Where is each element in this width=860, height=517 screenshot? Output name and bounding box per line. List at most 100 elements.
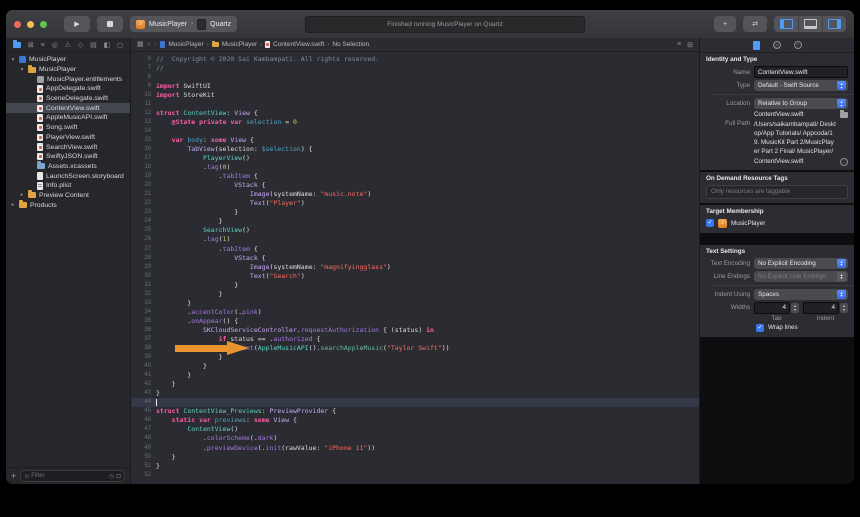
add-editor-icon[interactable]: ⊞ [687, 41, 693, 49]
code-line[interactable]: 18 .tag(0) [131, 163, 699, 172]
code-line[interactable]: 30 Text("Search") [131, 271, 699, 280]
file-row[interactable]: AppDelegate.swift [6, 84, 130, 94]
project-navigator-icon[interactable] [13, 42, 21, 48]
debug-navigator-icon[interactable]: ▤ [90, 42, 97, 49]
breakpoint-navigator-icon[interactable]: ◧ [104, 42, 111, 49]
file-row[interactable]: PlayerView.swift [6, 133, 130, 143]
stop-button[interactable] [97, 16, 123, 32]
forward-icon[interactable]: › [154, 41, 156, 48]
disclosure-icon[interactable]: ▾ [10, 57, 16, 63]
indent-using-dropdown[interactable]: Spaces ▴▾ [754, 289, 848, 300]
code-line[interactable]: 29 Image(systemName: "magnifyingglass") [131, 262, 699, 271]
file-row[interactable]: ▾MusicPlayer [6, 65, 130, 75]
file-row[interactable]: SearchView.swift [6, 142, 130, 152]
code-line[interactable]: 33 } [131, 298, 699, 307]
breadcrumb-item[interactable]: MusicPlayer [222, 41, 257, 48]
file-row[interactable]: ContentView.swift [6, 103, 130, 113]
folder-icon[interactable] [840, 112, 848, 118]
code-review-button[interactable]: ⇄ [743, 16, 767, 32]
find-navigator-icon[interactable]: ◎ [52, 42, 58, 49]
back-icon[interactable]: ‹ [148, 41, 150, 48]
code-line[interactable]: 38 print(AppleMusicAPI().searchAppleMusi… [131, 344, 699, 353]
code-line[interactable]: 20 VStack { [131, 181, 699, 190]
code-line[interactable]: 40 } [131, 362, 699, 371]
file-row[interactable]: Info.plist [6, 181, 130, 191]
toggle-navigator-button[interactable] [774, 16, 798, 32]
breadcrumb-item[interactable]: No Selection [332, 41, 369, 48]
code-line[interactable]: 36 SKCloudServiceController.requestAutho… [131, 325, 699, 334]
file-row[interactable]: Song.swift [6, 123, 130, 133]
code-line[interactable]: 13 @State private var selection = 0 [131, 117, 699, 126]
file-row[interactable]: AppleMusicAPI.swift [6, 113, 130, 123]
file-row[interactable]: ▾MusicPlayer [6, 55, 130, 65]
odr-tags-input[interactable]: Only resources are taggable [706, 185, 848, 199]
test-navigator-icon[interactable]: ◇ [78, 42, 83, 49]
code-line[interactable]: 17 PlayerView() [131, 154, 699, 163]
file-row[interactable]: Assets.xcassets [6, 162, 130, 172]
code-line[interactable]: 7// [131, 63, 699, 72]
source-control-status-icon[interactable]: ⊡ [116, 473, 121, 480]
code-line[interactable]: 50 } [131, 452, 699, 461]
code-line[interactable]: 52 [131, 470, 699, 479]
file-inspector-icon[interactable] [753, 41, 760, 50]
zoom-window-button[interactable] [40, 21, 47, 28]
report-navigator-icon[interactable]: ◻ [117, 42, 123, 49]
name-field[interactable]: ContentView.swift [754, 66, 848, 78]
code-line[interactable]: 41 } [131, 371, 699, 380]
code-line[interactable]: 10import StoreKit [131, 90, 699, 99]
code-line[interactable]: 43} [131, 389, 699, 398]
related-items-icon[interactable]: ▦ [137, 41, 144, 48]
minimize-window-button[interactable] [27, 21, 34, 28]
code-line[interactable]: 48 .colorScheme(.dark) [131, 434, 699, 443]
target-checkbox[interactable]: ✓ [706, 219, 714, 227]
issue-navigator-icon[interactable]: ⚠ [65, 42, 71, 49]
code-line[interactable]: 25 SearchView() [131, 226, 699, 235]
indent-width-stepper[interactable]: 4 ▴▾ [803, 302, 848, 314]
type-dropdown[interactable]: Default - Swift Source ▴▾ [754, 80, 848, 91]
code-line[interactable]: 23 } [131, 208, 699, 217]
code-line[interactable]: 19 .tabItem { [131, 172, 699, 181]
code-line[interactable]: 12struct ContentView: View { [131, 108, 699, 117]
wrap-lines-checkbox[interactable]: ✓ [756, 324, 764, 332]
run-button[interactable]: ▶ [64, 16, 90, 32]
code-line[interactable]: 46 static var previews: some View { [131, 416, 699, 425]
code-line[interactable]: 42 } [131, 380, 699, 389]
close-window-button[interactable] [14, 21, 21, 28]
code-line[interactable]: 8 [131, 72, 699, 81]
symbol-navigator-icon[interactable]: ≡ [41, 42, 45, 49]
code-line[interactable]: 27 .tabItem { [131, 244, 699, 253]
code-line[interactable]: 45struct ContentView_Previews: PreviewPr… [131, 407, 699, 416]
file-row[interactable]: SwiftyJSON.swift [6, 152, 130, 162]
file-row[interactable]: ▸Preview Content [6, 191, 130, 201]
code-line[interactable]: 31 } [131, 280, 699, 289]
file-row[interactable]: ▸Products [6, 200, 130, 210]
history-inspector-icon[interactable]: ◷ [773, 41, 781, 49]
recent-files-icon[interactable]: ◷ [109, 473, 114, 480]
code-line[interactable]: 24 } [131, 217, 699, 226]
code-line[interactable]: 11 [131, 99, 699, 108]
code-line[interactable]: 22 Text("Player") [131, 199, 699, 208]
code-line[interactable]: 39 } [131, 353, 699, 362]
file-row[interactable]: LaunchScreen.storyboard [6, 171, 130, 181]
code-line[interactable]: 26 .tag(1) [131, 235, 699, 244]
code-line[interactable]: 35 .onAppear() { [131, 316, 699, 325]
disclosure-icon[interactable]: ▸ [10, 202, 16, 208]
scheme-selector[interactable]: ♪ MusicPlayer › Quartz [130, 16, 237, 32]
stepper-arrows-icon[interactable]: ▴▾ [791, 303, 799, 313]
file-row[interactable]: MusicPlayer.entitlements [6, 74, 130, 84]
library-add-button[interactable]: + [714, 16, 736, 32]
breadcrumb-item[interactable]: ContentView.swift [273, 41, 324, 48]
code-line[interactable]: 16 TabView(selection: $selection) { [131, 144, 699, 153]
code-line[interactable]: 6// Copyright © 2020 Sai Kambampati. All… [131, 54, 699, 63]
text-encoding-dropdown[interactable]: No Explicit Encoding ▴▾ [754, 258, 848, 269]
line-endings-dropdown[interactable]: No Explicit Line Endings ▴▾ [754, 271, 848, 282]
code-line[interactable]: 51} [131, 461, 699, 470]
add-file-icon[interactable]: + [11, 472, 16, 481]
code-line[interactable]: 34 .accentColor(.pink) [131, 307, 699, 316]
filter-input[interactable]: ⊙ Filter ◷ ⊡ [20, 470, 125, 482]
quick-help-inspector-icon[interactable]: ? [794, 41, 802, 49]
toggle-inspector-button[interactable] [822, 16, 846, 32]
tab-width-stepper[interactable]: 4 ▴▾ [754, 302, 799, 314]
source-control-navigator-icon[interactable]: ⊠ [28, 42, 34, 49]
adjust-editor-icon[interactable]: ≡ [677, 41, 681, 49]
